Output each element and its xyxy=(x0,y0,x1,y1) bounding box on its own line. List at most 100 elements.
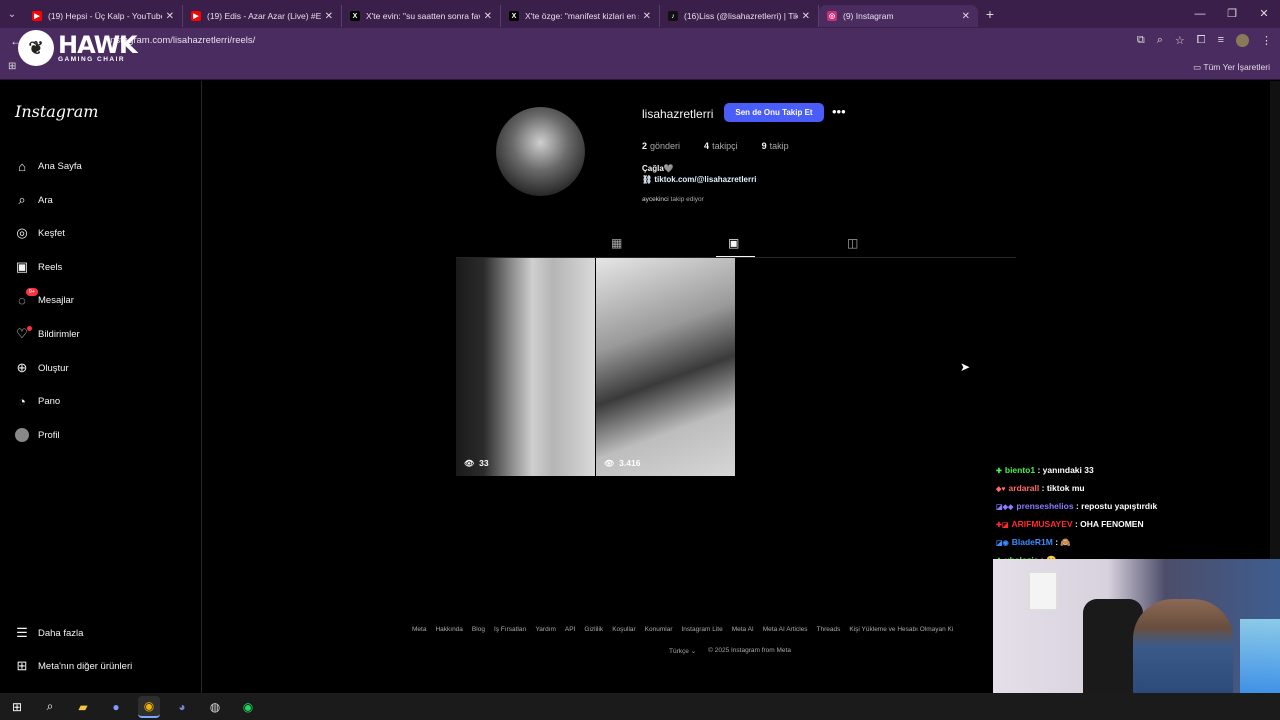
reel-views-count: 3.416 xyxy=(619,458,641,468)
following-label: takip xyxy=(769,141,789,151)
following-count: 9 xyxy=(761,141,767,151)
browser-tab[interactable]: ◎ (9) Instagram ✕ xyxy=(819,5,978,27)
home-icon: ⌂ xyxy=(18,158,26,174)
followed-by[interactable]: aycekinci takip ediyor xyxy=(642,196,704,203)
footer-link[interactable]: Gizlilik xyxy=(584,626,603,633)
browser-tab[interactable]: ♪ (16)Liss (@lisahazretlerri) | TikTo ✕ xyxy=(660,5,819,27)
footer-link[interactable]: Meta AI Articles xyxy=(763,626,808,633)
all-bookmarks-label: Tüm Yer İşaretleri xyxy=(1203,62,1270,72)
chat-badges-icon: ◆♥ xyxy=(996,486,1006,493)
meta-products-button[interactable]: ⊞ Meta'nın diğer ürünleri xyxy=(14,658,133,674)
followers-label: takipçi xyxy=(712,141,738,151)
sidebar-item-label: Pano xyxy=(38,395,61,407)
bookmark-star-icon[interactable]: ☆ xyxy=(1175,34,1185,47)
sidebar-item-bildirimler[interactable]: ♡ Bildirimler xyxy=(14,326,80,342)
footer-link[interactable]: Konumlar xyxy=(645,626,673,633)
browser-tab-title: (19) Hepsi - Üç Kalp - YouTube xyxy=(48,11,162,21)
browser-tab[interactable]: X X'te evin: "su saatten sonra fav ✕ xyxy=(342,5,501,27)
file-explorer-icon[interactable]: ▰ xyxy=(72,696,94,718)
address-bar: ← instagram.com/lisahazretlerri/reels/ ⧉… xyxy=(0,28,1280,56)
followers-stat[interactable]: 4 takipçi xyxy=(704,141,738,151)
new-tab-button[interactable]: + xyxy=(978,6,1002,22)
browser-menu-icon[interactable]: ⋮ xyxy=(1261,34,1272,47)
sidebar-item-ana-sayfa[interactable]: ⌂ Ana Sayfa xyxy=(14,158,82,174)
close-tab-icon[interactable]: ✕ xyxy=(484,11,492,22)
follow-back-button[interactable]: Sen de Onu Takip Et xyxy=(724,103,824,122)
sidebar-item-mesajlar[interactable]: ◌ 9+ Mesajlar xyxy=(14,288,74,308)
close-tab-icon[interactable]: ✕ xyxy=(802,11,810,22)
sidebar-item-profil[interactable]: Profil xyxy=(14,427,60,443)
reel-thumbnail[interactable]: 👁 33 xyxy=(456,258,595,476)
browser-tab[interactable]: X X'te özge: "manifest kizlari en s ✕ xyxy=(501,5,660,27)
obs-icon[interactable]: ◍ xyxy=(204,696,226,718)
page-scrollbar[interactable] xyxy=(1270,81,1280,559)
footer-link[interactable]: Instagram Lite xyxy=(682,626,723,633)
sidebar-item-reels[interactable]: ▣ Reels xyxy=(14,259,62,275)
close-tab-icon[interactable]: ✕ xyxy=(962,11,970,22)
posts-grid-tab-icon[interactable]: ▦ xyxy=(611,236,622,250)
footer-link[interactable]: Koşullar xyxy=(612,626,635,633)
windows-start-icon[interactable]: ⊞ xyxy=(6,696,28,718)
restore-icon[interactable]: ❐ xyxy=(1216,0,1248,28)
instagram-logo[interactable]: Instagram xyxy=(15,102,98,121)
extensions-icon[interactable]: ⧠ xyxy=(1197,34,1206,47)
zoom-icon[interactable]: ⌕ xyxy=(1157,34,1163,47)
browser-profile-avatar[interactable] xyxy=(1236,34,1249,47)
minimize-icon[interactable]: — xyxy=(1184,0,1216,28)
close-tab-icon[interactable]: ✕ xyxy=(166,11,174,22)
close-tab-icon[interactable]: ✕ xyxy=(325,11,333,22)
mouse-cursor-icon: ➤ xyxy=(960,360,971,374)
bio-link[interactable]: ⛓ tiktok.com/@lisahazretlerri xyxy=(642,175,756,184)
more-menu-button[interactable]: ☰ Daha fazla xyxy=(14,625,83,641)
search-icon[interactable]: ⌕ xyxy=(39,696,61,718)
close-tab-icon[interactable]: ✕ xyxy=(643,11,651,22)
sidebar-item-label: Reels xyxy=(38,261,63,273)
notification-badge: 9+ xyxy=(25,288,38,296)
sidebar-item-label: Oluştur xyxy=(38,362,69,374)
browser-tab-title: (16)Liss (@lisahazretlerri) | TikTo xyxy=(684,11,798,21)
following-stat[interactable]: 9 takip xyxy=(762,141,789,151)
stream-chat-overlay: ✚ biento1 : yanındaki 33 ◆♥ ardarall : tikt… xyxy=(996,462,1157,570)
media-controls-icon[interactable]: ≡ xyxy=(1218,34,1224,47)
play-views-icon: 👁 xyxy=(604,458,615,468)
posts-stat[interactable]: 2 gönderi xyxy=(642,141,680,151)
tab-search-chevron-icon[interactable]: ⌄ xyxy=(0,0,24,28)
hawk-logo-name: HAWK xyxy=(58,30,138,59)
footer-link[interactable]: Meta xyxy=(412,626,426,633)
apps-grid-icon[interactable]: ⊞ xyxy=(8,61,16,72)
footer-link[interactable]: İş Fırsatları xyxy=(494,626,527,633)
footer-link[interactable]: API xyxy=(565,626,575,633)
reels-tab-icon[interactable]: ▣ xyxy=(728,236,739,250)
footer-link[interactable]: Blog xyxy=(472,626,485,633)
discord-icon[interactable]: ◕ xyxy=(171,696,193,718)
footer-link[interactable]: Meta AI xyxy=(732,626,754,633)
app-icon[interactable]: ● xyxy=(105,696,127,718)
sidebar-item-ara[interactable]: ⌕ Ara xyxy=(14,192,52,208)
footer-link[interactable]: Kişi Yükleme ve Hesabı Olmayan Ki xyxy=(849,626,953,633)
chat-text: : 🙈 xyxy=(1055,537,1071,547)
footer-bottom: Türkçe ⌄ © 2025 Instagram from Meta xyxy=(669,647,791,655)
sidebar-item-pano[interactable]: ◔ Pano xyxy=(14,393,60,409)
tagged-tab-icon[interactable]: ◫ xyxy=(847,236,858,250)
sidebar-item-label: Bildirimler xyxy=(38,328,80,340)
language-selector[interactable]: Türkçe ⌄ xyxy=(669,647,696,655)
footer-link[interactable]: Threads xyxy=(817,626,841,633)
close-window-icon[interactable]: ✕ xyxy=(1248,0,1280,28)
chrome-icon[interactable]: ◉ xyxy=(138,695,160,718)
address-toolbar: ⧉ ⌕ ☆ ⧠ ≡ ⋮ xyxy=(1137,34,1272,47)
all-bookmarks[interactable]: ▭ Tüm Yer İşaretleri xyxy=(1193,62,1270,73)
profile-avatar[interactable] xyxy=(496,107,585,196)
footer-link[interactable]: Hakkında xyxy=(435,626,462,633)
browser-tab[interactable]: ▶ (19) Hepsi - Üç Kalp - YouTube ✕ xyxy=(24,5,183,27)
reel-thumbnail[interactable]: 👁 3.416 xyxy=(596,258,735,476)
bio-name: Çağla🩶 xyxy=(642,164,674,173)
chat-badges-icon: ✚◪ xyxy=(996,522,1009,529)
sidebar-item-keşfet[interactable]: ◎ Keşfet xyxy=(14,225,65,241)
sidebar-item-oluştur[interactable]: ⊕ Oluştur xyxy=(14,360,69,376)
footer-link[interactable]: Yardım xyxy=(535,626,555,633)
install-app-icon[interactable]: ⧉ xyxy=(1137,34,1145,47)
more-options-icon[interactable]: ••• xyxy=(832,104,846,119)
spotify-icon[interactable]: ◉ xyxy=(237,696,259,718)
copyright: © 2025 Instagram from Meta xyxy=(708,647,791,654)
browser-tab[interactable]: ▶ (19) Edis - Azar Azar (Live) #Edi ✕ xyxy=(183,5,342,27)
